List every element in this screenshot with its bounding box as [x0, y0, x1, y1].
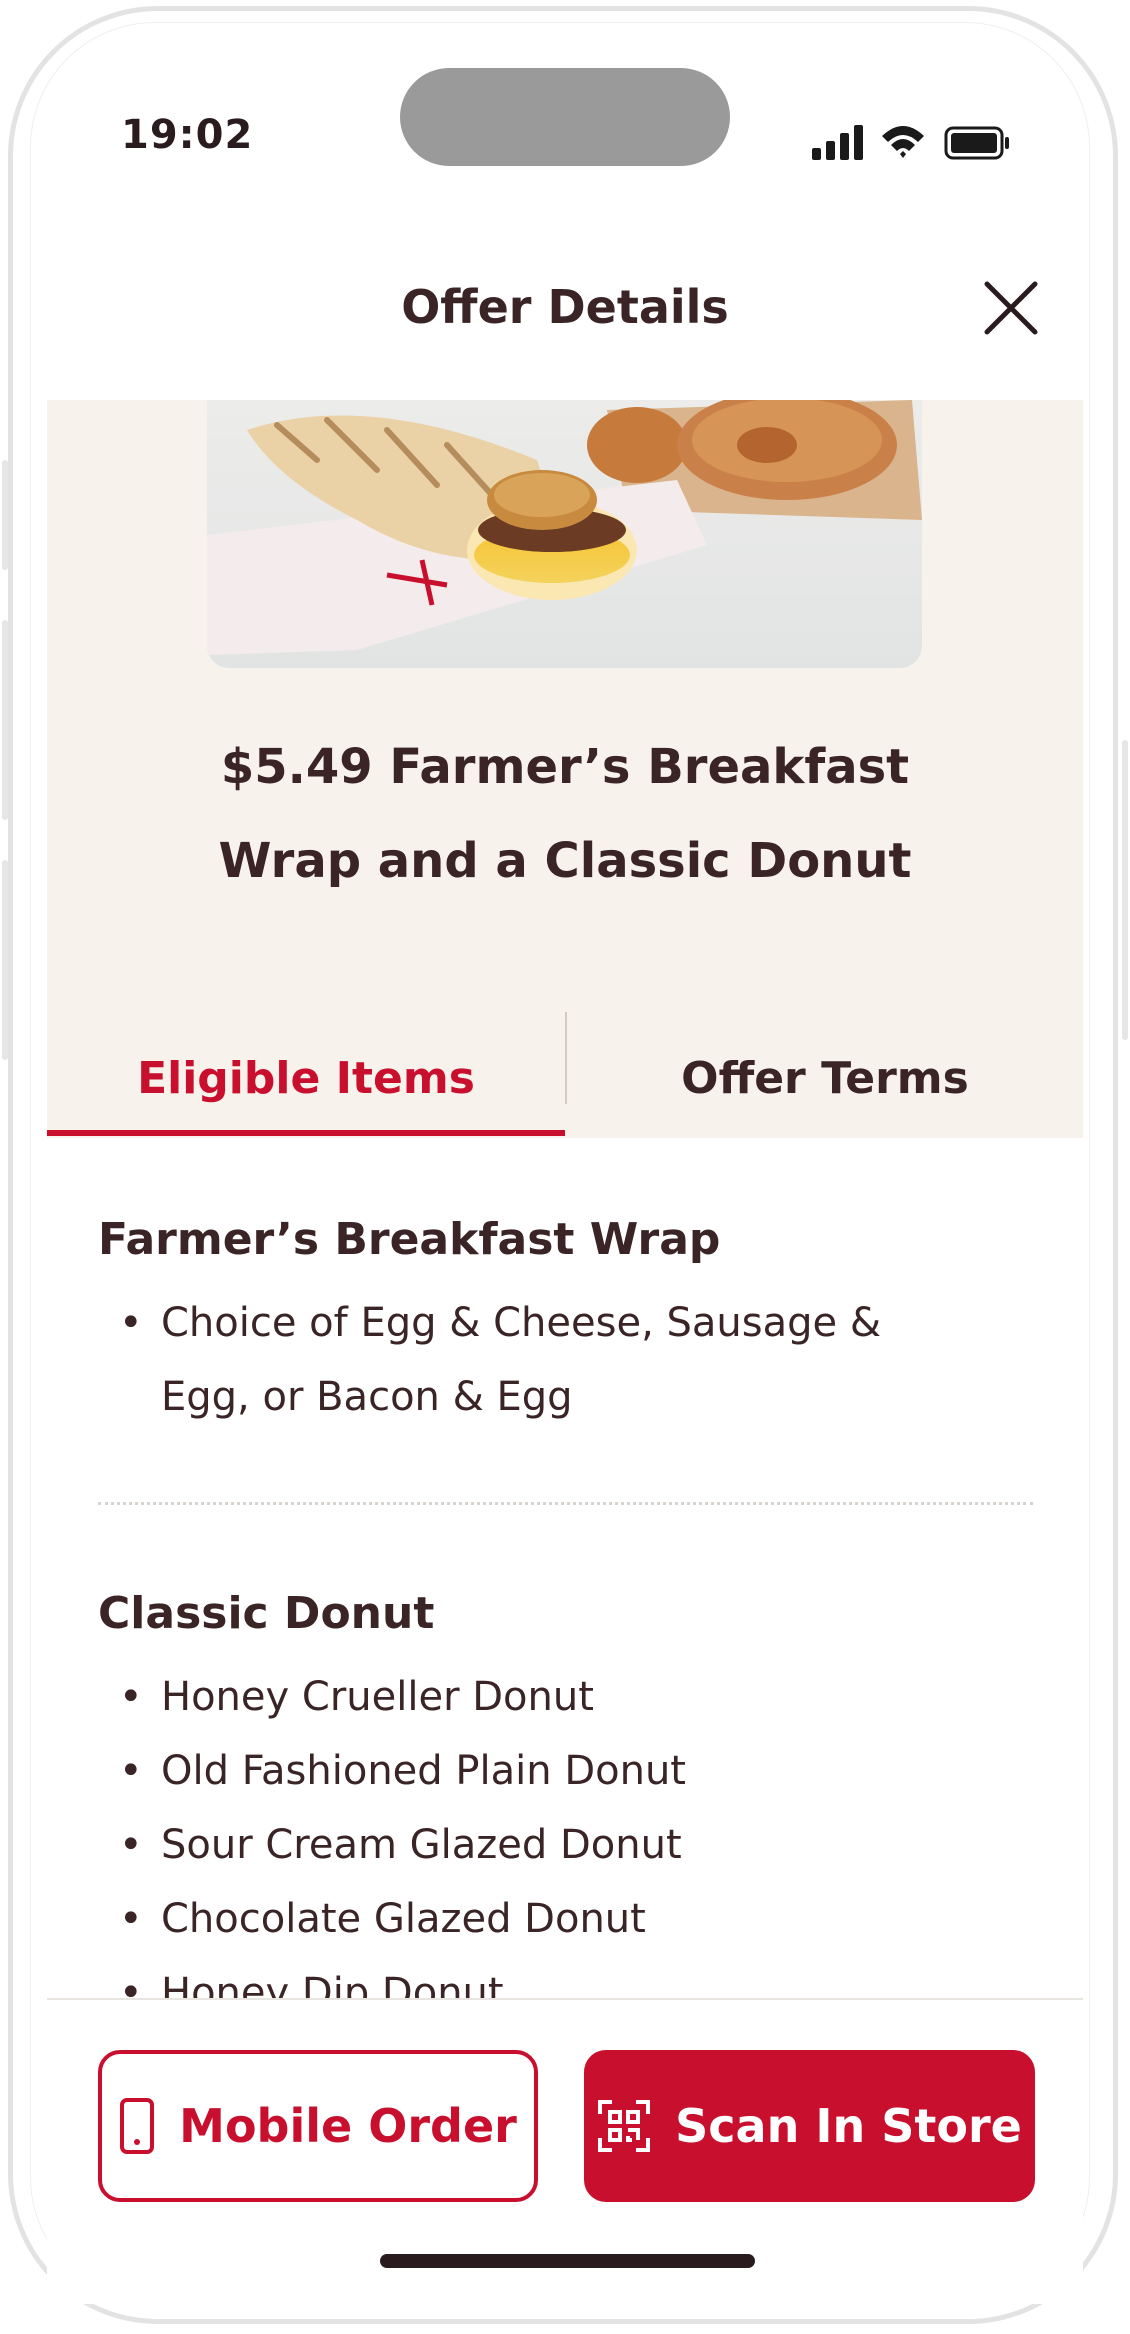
- battery-icon: [944, 126, 1009, 160]
- scan-in-store-label: Scan In Store: [675, 2099, 1022, 2153]
- phone-icon: [120, 2098, 155, 2154]
- list-item: Choice of Egg & Cheese, Sausage & Egg, o…: [119, 1286, 969, 1434]
- phone-side-button: [2, 860, 8, 1060]
- list-item: Chocolate Glazed Donut: [119, 1882, 969, 1956]
- qr-scan-icon: [598, 2100, 651, 2152]
- offer-title: $5.49 Farmer’s Breakfast Wrap and a Clas…: [107, 720, 1023, 908]
- phone-side-button: [2, 460, 8, 570]
- status-icons: [810, 120, 1015, 164]
- mobile-order-button[interactable]: Mobile Order: [98, 2050, 538, 2202]
- tab-eligible-items[interactable]: Eligible Items: [47, 1020, 565, 1138]
- offer-title-line2: Wrap and a Classic Donut: [218, 833, 912, 889]
- scan-in-store-button[interactable]: Scan In Store: [584, 2050, 1035, 2202]
- wifi-icon: [882, 126, 924, 158]
- wrap-options-list: Choice of Egg & Cheese, Sausage & Egg, o…: [119, 1286, 969, 1434]
- section-divider: [98, 1502, 1033, 1505]
- list-item: Honey Dip Donut: [119, 1956, 969, 1998]
- cellular-signal-icon: [812, 125, 863, 160]
- offer-image: [207, 400, 922, 668]
- close-icon: [984, 281, 1038, 335]
- offer-hero: $5.49 Farmer’s Breakfast Wrap and a Clas…: [47, 400, 1083, 1138]
- list-item: Old Fashioned Plain Donut: [119, 1734, 969, 1808]
- home-indicator[interactable]: [380, 2254, 755, 2268]
- tab-offer-terms[interactable]: Offer Terms: [567, 1020, 1083, 1138]
- eligible-items-panel[interactable]: Farmer’s Breakfast Wrap Choice of Egg & …: [47, 1138, 1083, 1998]
- dynamic-island: [400, 68, 730, 166]
- status-time: 19:02: [121, 112, 254, 158]
- active-tab-indicator: [47, 1130, 565, 1136]
- mobile-order-label: Mobile Order: [179, 2099, 517, 2153]
- list-item: Honey Crueller Donut: [119, 1660, 969, 1734]
- section-title-wrap: Farmer’s Breakfast Wrap: [98, 1214, 721, 1265]
- offer-title-line1: $5.49 Farmer’s Breakfast: [220, 739, 910, 795]
- donut-options-list: Honey Crueller Donut Old Fashioned Plain…: [119, 1660, 969, 1998]
- list-item: Sour Cream Glazed Donut: [119, 1808, 969, 1882]
- phone-side-button: [2, 620, 8, 820]
- close-button[interactable]: [979, 276, 1043, 340]
- section-title-donut: Classic Donut: [98, 1588, 435, 1639]
- phone-side-button: [1122, 740, 1128, 1040]
- app-header: Offer Details: [47, 240, 1083, 400]
- page-title: Offer Details: [401, 280, 729, 334]
